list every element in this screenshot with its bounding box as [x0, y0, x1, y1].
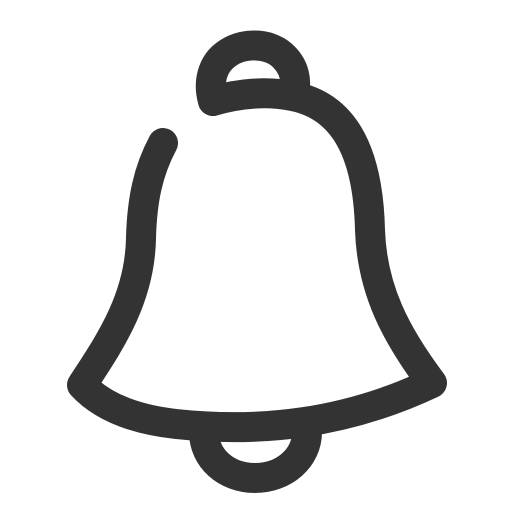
bell-body [67, 78, 447, 443]
icon-canvas [0, 0, 512, 512]
bell-icon [67, 30, 447, 493]
